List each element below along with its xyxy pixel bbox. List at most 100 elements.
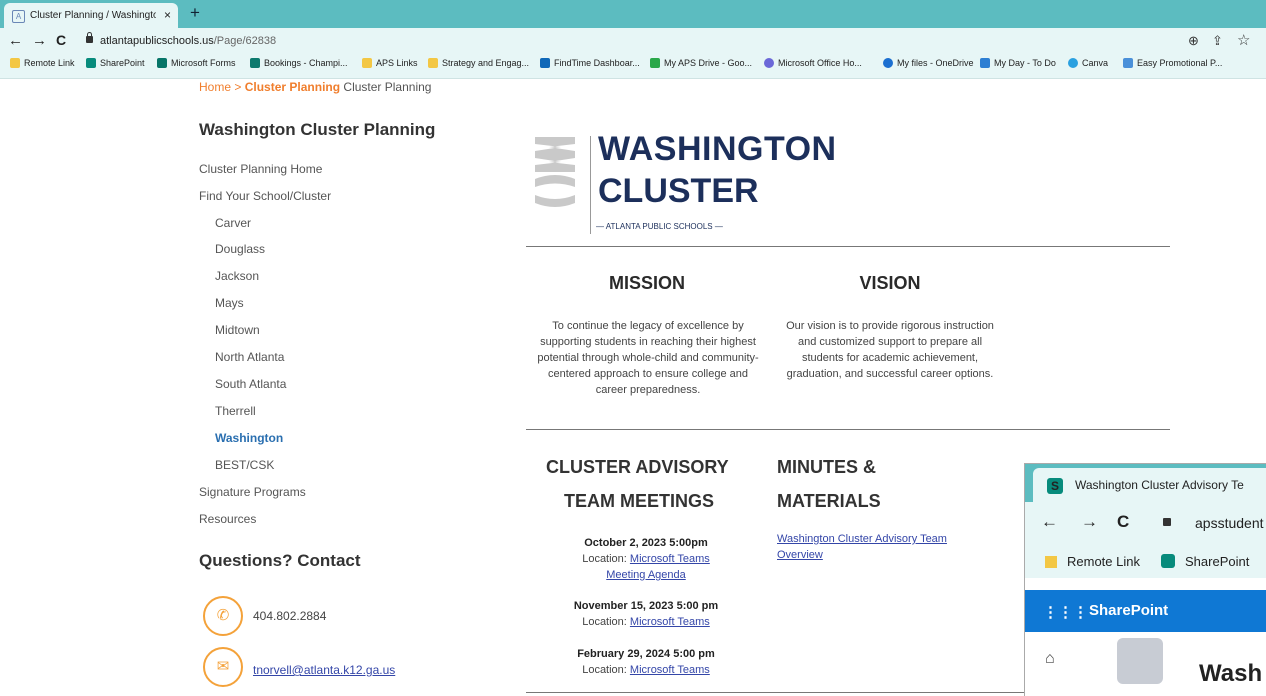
bookmark-label: Strategy and Engag... bbox=[442, 58, 530, 68]
bookmark-label: Remote Link bbox=[1067, 554, 1140, 569]
bookmark-label: Canva bbox=[1082, 58, 1109, 68]
breadcrumb-current: Cluster Planning bbox=[343, 80, 432, 94]
sidebar-item-douglass[interactable]: Douglass bbox=[215, 242, 265, 256]
bookmark-label: Easy Promotional P... bbox=[1137, 58, 1223, 68]
sidebar-item-midtown[interactable]: Midtown bbox=[215, 323, 260, 337]
overlay-tab[interactable]: S Washington Cluster Advisory Te bbox=[1033, 468, 1266, 502]
site-favicon-icon: A bbox=[12, 10, 25, 23]
bookmark-bookings[interactable]: Bookings - Champi... bbox=[250, 58, 348, 74]
overlay-forward-button[interactable]: → bbox=[1081, 512, 1098, 532]
overlay-reload-button[interactable]: C bbox=[1117, 512, 1129, 532]
bookmark-label: FindTime Dashboar... bbox=[554, 58, 640, 68]
sharepoint-app-bar: ⋮⋮⋮ SharePoint bbox=[1025, 590, 1266, 632]
overlay-lock-icon bbox=[1163, 518, 1171, 526]
bookmark-canva[interactable]: Canva bbox=[1068, 58, 1108, 74]
forward-button[interactable]: → bbox=[32, 32, 47, 49]
bookmark-remote-link[interactable]: Remote Link bbox=[10, 58, 75, 74]
sidebar-item-best-csk[interactable]: BEST/CSK bbox=[215, 458, 274, 472]
wc-logo-mark bbox=[535, 137, 575, 207]
meeting-location-link[interactable]: Microsoft Teams bbox=[630, 616, 710, 628]
bookmark-strategy[interactable]: Strategy and Engag... bbox=[428, 58, 529, 74]
meeting-item: February 29, 2024 5:00 pm Location: Micr… bbox=[546, 646, 746, 678]
overlay-toolbar: ← → C apsstudent bbox=[1025, 502, 1266, 544]
meeting-location-link[interactable]: Microsoft Teams bbox=[630, 664, 710, 676]
bookmark-label: APS Links bbox=[376, 58, 418, 68]
logo-tagline: — ATLANTA PUBLIC SCHOOLS — bbox=[596, 222, 723, 231]
address-bar[interactable]: atlantapublicschools.us/Page/62838 bbox=[100, 35, 276, 47]
bookmark-label: My APS Drive - Goo... bbox=[664, 58, 753, 68]
breadcrumb-section-link[interactable]: Cluster Planning bbox=[245, 80, 340, 94]
sharepoint-app-name[interactable]: SharePoint bbox=[1089, 602, 1168, 619]
sidebar-item-washington[interactable]: Washington bbox=[215, 431, 283, 445]
contact-phone: 404.802.2884 bbox=[253, 609, 327, 623]
url-path: /Page/62838 bbox=[213, 35, 277, 47]
bookmark-label: Bookings - Champi... bbox=[264, 58, 348, 68]
sidebar-item-signature-programs[interactable]: Signature Programs bbox=[199, 485, 306, 499]
lock-icon[interactable] bbox=[86, 32, 93, 43]
zoom-icon[interactable]: ⊕ bbox=[1188, 33, 1199, 49]
logo-title-line1: WASHINGTON bbox=[598, 130, 837, 168]
vision-text: Our vision is to provide rigorous instru… bbox=[786, 320, 994, 380]
contact-email-link[interactable]: tnorvell@atlanta.k12.ga.us bbox=[253, 663, 395, 677]
close-tab-icon[interactable]: × bbox=[164, 8, 171, 22]
browser-toolbar: ← → C atlantapublicschools.us/Page/62838… bbox=[0, 28, 1266, 54]
new-tab-button[interactable]: + bbox=[190, 3, 200, 23]
email-icon: ✉ bbox=[203, 647, 243, 687]
bookmark-findtime[interactable]: FindTime Dashboar... bbox=[540, 58, 640, 74]
meeting-item: November 15, 2023 5:00 pm Location: Micr… bbox=[546, 598, 746, 630]
meeting-date: February 29, 2024 5:00 pm bbox=[577, 648, 715, 660]
bookmark-label: Microsoft Office Ho... bbox=[778, 58, 862, 68]
advisory-team-overview-link[interactable]: Washington Cluster Advisory Team Overvie… bbox=[777, 531, 987, 563]
breadcrumb-home-link[interactable]: Home bbox=[199, 80, 231, 94]
location-label: Location: bbox=[582, 616, 627, 628]
mission-text: To continue the legacy of excellence by … bbox=[537, 320, 759, 396]
divider bbox=[526, 246, 1170, 247]
sidebar-item-carver[interactable]: Carver bbox=[215, 216, 251, 230]
bookmark-onedrive[interactable]: My files - OneDrive bbox=[883, 58, 974, 74]
app-launcher-icon[interactable]: ⋮⋮⋮ bbox=[1043, 603, 1088, 621]
sidebar-item-mays[interactable]: Mays bbox=[215, 296, 244, 310]
breadcrumb: Home > Cluster Planning Cluster Planning bbox=[199, 80, 431, 94]
overlay-bookmark-sharepoint[interactable]: SharePoint bbox=[1161, 554, 1249, 569]
sidebar-item-resources[interactable]: Resources bbox=[199, 512, 256, 526]
bookmark-label: SharePoint bbox=[1185, 554, 1250, 569]
back-button[interactable]: ← bbox=[8, 32, 23, 49]
bookmark-aps-drive[interactable]: My APS Drive - Goo... bbox=[650, 58, 752, 74]
sidebar-item-cluster-planning-home[interactable]: Cluster Planning Home bbox=[199, 162, 322, 176]
bookmark-label: Microsoft Forms bbox=[171, 58, 236, 68]
bookmark-aps-links[interactable]: APS Links bbox=[362, 58, 418, 74]
sidebar-item-south-atlanta[interactable]: South Atlanta bbox=[215, 377, 286, 391]
overlay-back-button[interactable]: ← bbox=[1041, 512, 1058, 532]
bookmark-my-day[interactable]: My Day - To Do bbox=[980, 58, 1056, 74]
overlay-bookmark-remote-link[interactable]: Remote Link bbox=[1045, 554, 1140, 569]
logo-title-line2: CLUSTER bbox=[598, 172, 759, 210]
bookmark-office-home[interactable]: Microsoft Office Ho... bbox=[764, 58, 862, 74]
meetings-heading-line1: CLUSTER ADVISORY bbox=[546, 457, 729, 477]
reload-button[interactable]: C bbox=[56, 32, 66, 48]
home-icon[interactable]: ⌂ bbox=[1045, 650, 1055, 668]
sidebar-item-jackson[interactable]: Jackson bbox=[215, 269, 259, 283]
bookmark-microsoft-forms[interactable]: Microsoft Forms bbox=[157, 58, 236, 74]
sidebar-item-therrell[interactable]: Therrell bbox=[215, 404, 256, 418]
bookmark-label: My Day - To Do bbox=[994, 58, 1056, 68]
sidebar-item-find-your-school[interactable]: Find Your School/Cluster bbox=[199, 189, 331, 203]
overlay-address-bar[interactable]: apsstudent bbox=[1195, 515, 1264, 531]
materials-heading-line1: MINUTES & bbox=[777, 457, 876, 477]
share-icon[interactable]: ⇪ bbox=[1212, 33, 1223, 49]
bookmarks-bar: Remote Link SharePoint Microsoft Forms B… bbox=[0, 54, 1266, 79]
mission-heading: MISSION bbox=[608, 273, 685, 293]
meeting-location-link[interactable]: Microsoft Teams bbox=[630, 553, 710, 565]
meeting-date: November 15, 2023 5:00 pm bbox=[573, 600, 719, 612]
sidebar-item-north-atlanta[interactable]: North Atlanta bbox=[215, 350, 284, 364]
tab-title: Cluster Planning / Washington C bbox=[30, 10, 156, 21]
bookmark-sharepoint[interactable]: SharePoint bbox=[86, 58, 145, 74]
bookmark-label: Remote Link bbox=[24, 58, 75, 68]
bookmark-star-icon[interactable]: ☆ bbox=[1237, 31, 1250, 49]
bookmark-easy-promotional[interactable]: Easy Promotional P... bbox=[1123, 58, 1222, 74]
vision-heading: VISION bbox=[859, 273, 921, 293]
breadcrumb-separator: > bbox=[234, 80, 242, 94]
meeting-agenda-link[interactable]: Meeting Agenda bbox=[546, 567, 746, 583]
overlay-tabstrip: S Washington Cluster Advisory Te bbox=[1025, 464, 1266, 502]
browser-tabstrip: A Cluster Planning / Washington C × + bbox=[0, 0, 1266, 28]
browser-tab[interactable]: A Cluster Planning / Washington C × bbox=[4, 3, 178, 28]
